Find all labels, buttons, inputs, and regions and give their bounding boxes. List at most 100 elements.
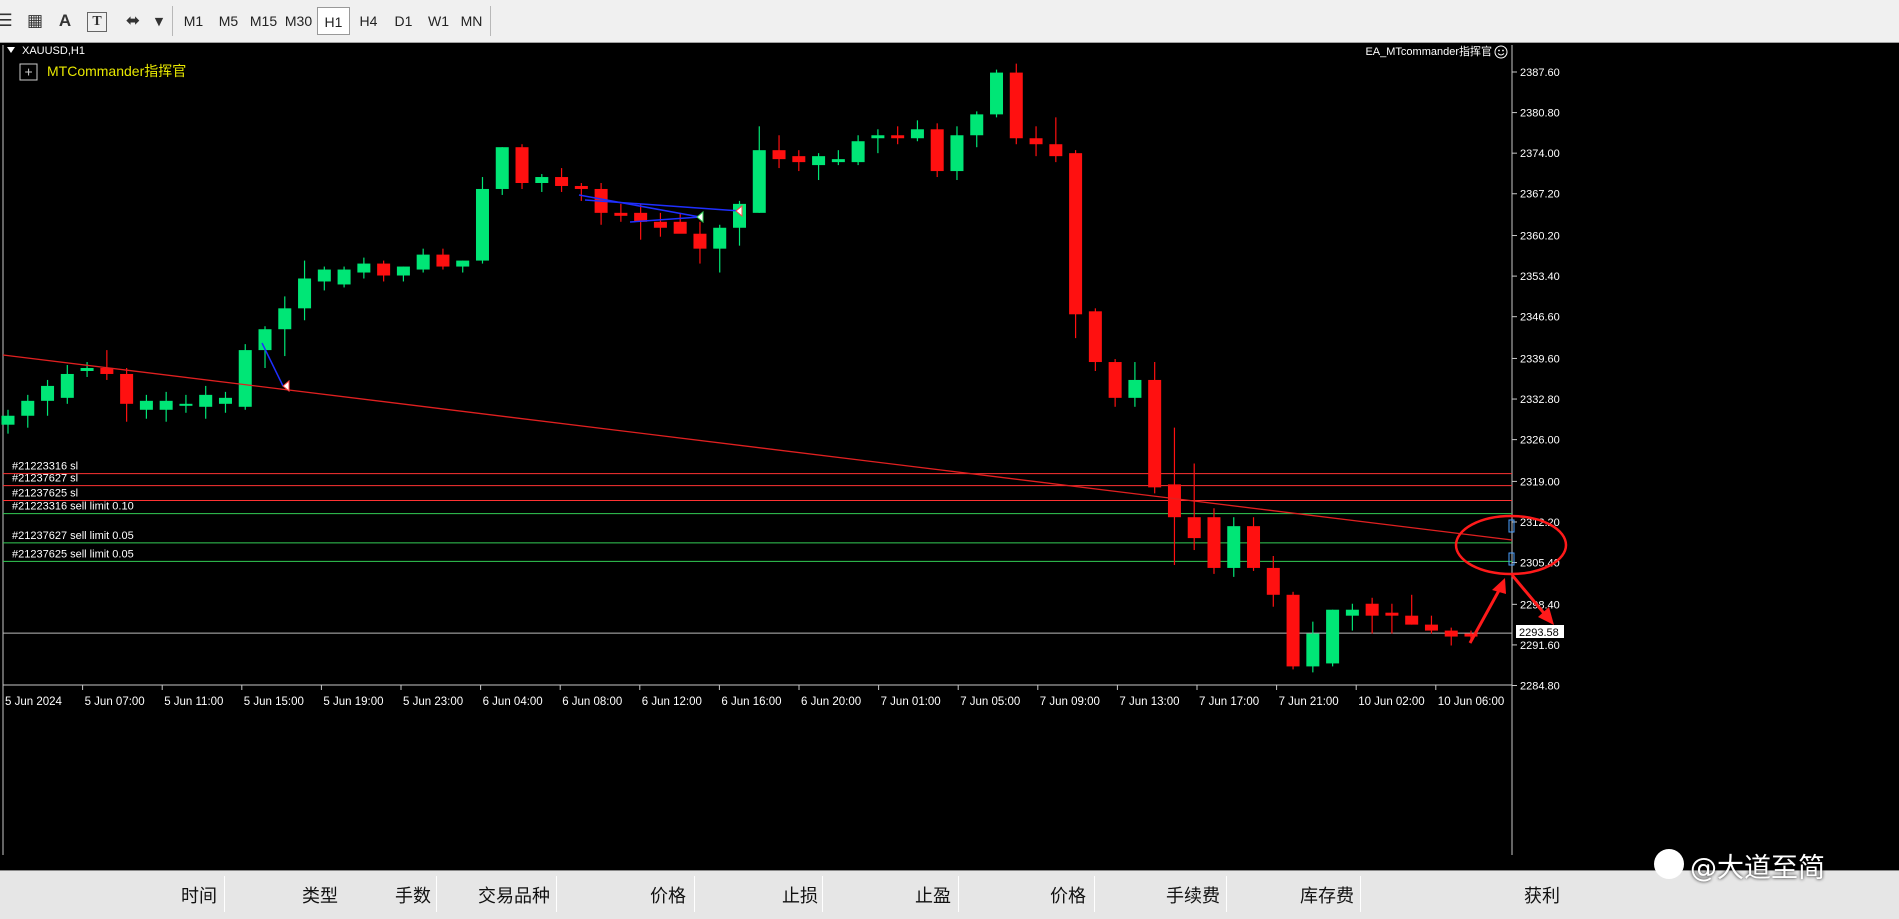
candle-body (871, 135, 885, 139)
timeframe-button-m5[interactable]: M5 (212, 7, 245, 35)
price-tick-label: 2353.40 (1520, 271, 1560, 283)
timeframe-button-m30[interactable]: M30 (282, 7, 315, 35)
candle-body (910, 129, 924, 139)
time-tick-label: 5 Jun 15:00 (244, 696, 304, 708)
timeframe-button-m15[interactable]: M15 (247, 7, 280, 35)
order-line-label: #21223316 sell limit 0.10 (12, 501, 134, 513)
timeframe-button-d1[interactable]: D1 (387, 7, 420, 35)
time-tick-label: 6 Jun 16:00 (721, 696, 781, 708)
column-header[interactable]: 手续费 (1166, 882, 1220, 908)
time-tick-label: 7 Jun 01:00 (881, 696, 941, 708)
order-line-label: #21237625 sell limit 0.05 (12, 548, 134, 560)
candle-body (1266, 567, 1280, 595)
indicator-label[interactable]: MTCommander指挥官 (47, 63, 186, 79)
candle-body (673, 221, 687, 234)
candle-body (1286, 594, 1300, 667)
candle-body (1326, 609, 1340, 664)
arrows-tool-icon[interactable]: ⬌ (120, 8, 146, 34)
time-tick-label: 10 Jun 06:00 (1438, 696, 1505, 708)
column-header[interactable]: 止盈 (915, 882, 951, 908)
candle-body (950, 135, 964, 172)
candle-body (179, 403, 193, 406)
column-separator[interactable] (1226, 876, 1227, 912)
column-separator[interactable] (958, 876, 959, 912)
column-separator[interactable] (224, 876, 225, 912)
column-header[interactable]: 类型 (302, 882, 338, 908)
chevron-down-icon[interactable]: ▼ (146, 8, 172, 34)
candle-body (238, 350, 252, 407)
candle-body (614, 212, 628, 216)
candle-body (1088, 311, 1102, 363)
ea-label: EA_MTcommander指挥官 (1365, 45, 1492, 58)
candle-body (1345, 609, 1359, 616)
toolbar: ☰ ▦ A T ⬌ ▼ M1 M5 M15 M30 H1 H4 D1 W1 MN (0, 0, 1899, 43)
fibonacci-grid-icon[interactable]: ▦ (22, 8, 48, 34)
column-header[interactable]: 手数 (395, 882, 431, 908)
timeframe-button-mn[interactable]: MN (455, 7, 488, 35)
candle-body (475, 188, 489, 261)
candle-body (159, 400, 173, 410)
column-header[interactable]: 交易品种 (478, 882, 550, 908)
time-tick-label: 6 Jun 04:00 (483, 696, 543, 708)
order-line-label: #21223316 sl (12, 461, 78, 473)
candle-body (1167, 484, 1181, 518)
timeframe-button-h1[interactable]: H1 (317, 7, 350, 35)
smiley-eye (1502, 49, 1504, 52)
line-studies-icon[interactable]: ☰ (0, 8, 18, 34)
column-header[interactable]: 止损 (782, 882, 818, 908)
price-tick-label: 2291.60 (1520, 640, 1560, 652)
candle-body (396, 266, 410, 276)
price-chart[interactable]: 2387.60 2380.80 2374.00 2367.20 2360.20 2353.… (0, 44, 1899, 870)
column-separator[interactable] (1360, 876, 1361, 912)
text-tool-button[interactable]: A (52, 8, 78, 34)
candle-body (1187, 517, 1201, 539)
candle-body (377, 263, 391, 276)
chart-canvas[interactable]: 2387.60 2380.80 2374.00 2367.20 2360.20 2353.… (0, 44, 1899, 870)
timeframe-button-h4[interactable]: H4 (352, 7, 385, 35)
candle-body (693, 233, 707, 249)
column-separator[interactable] (556, 876, 557, 912)
column-header[interactable]: 时间 (181, 882, 217, 908)
current-price-value: 2293.58 (1519, 627, 1559, 639)
candle-body (1029, 138, 1043, 145)
column-header[interactable]: 价格 (650, 882, 686, 908)
time-tick-label: 7 Jun 05:00 (960, 696, 1020, 708)
order-line-label: #21237625 sl (12, 487, 78, 499)
candle-body (792, 156, 806, 163)
column-separator[interactable] (694, 876, 695, 912)
candle-body (752, 150, 766, 213)
timeframe-button-w1[interactable]: W1 (422, 7, 455, 35)
column-separator[interactable] (1094, 876, 1095, 912)
time-tick-label: 7 Jun 13:00 (1119, 696, 1179, 708)
plus-icon: + (25, 64, 33, 80)
price-tick-label: 2339.60 (1520, 353, 1560, 365)
timeframe-button-m1[interactable]: M1 (177, 7, 210, 35)
column-separator[interactable] (436, 876, 437, 912)
candle-body (1424, 624, 1438, 631)
column-header[interactable]: 库存费 (1300, 882, 1354, 908)
smiley-eye (1498, 49, 1500, 52)
candle-body (555, 177, 569, 186)
candle-body (1227, 526, 1241, 568)
column-header[interactable]: 获利 (1524, 882, 1560, 908)
text-label-tool-button[interactable]: T (87, 12, 107, 32)
candle-body (1148, 379, 1162, 488)
candle-body (1385, 612, 1399, 616)
candle-body (1247, 526, 1261, 568)
price-tick-label: 2326.00 (1520, 435, 1560, 447)
column-header[interactable]: 价格 (1050, 882, 1086, 908)
candle-body (495, 147, 509, 189)
candle-body (416, 254, 430, 270)
candle-body (535, 177, 549, 184)
candle-body (120, 373, 134, 404)
price-tick-label: 2380.80 (1520, 108, 1560, 120)
toolbar-separator (490, 6, 491, 36)
time-tick-label: 7 Jun 21:00 (1279, 696, 1339, 708)
candle-body (1306, 633, 1320, 667)
order-line-label: #21237627 sell limit 0.05 (12, 530, 134, 542)
watermark-text: @大道至简 (1690, 853, 1825, 884)
time-tick-label: 10 Jun 02:00 (1358, 696, 1425, 708)
candle-body (1405, 615, 1419, 625)
column-separator[interactable] (822, 876, 823, 912)
candle-body (80, 368, 94, 371)
